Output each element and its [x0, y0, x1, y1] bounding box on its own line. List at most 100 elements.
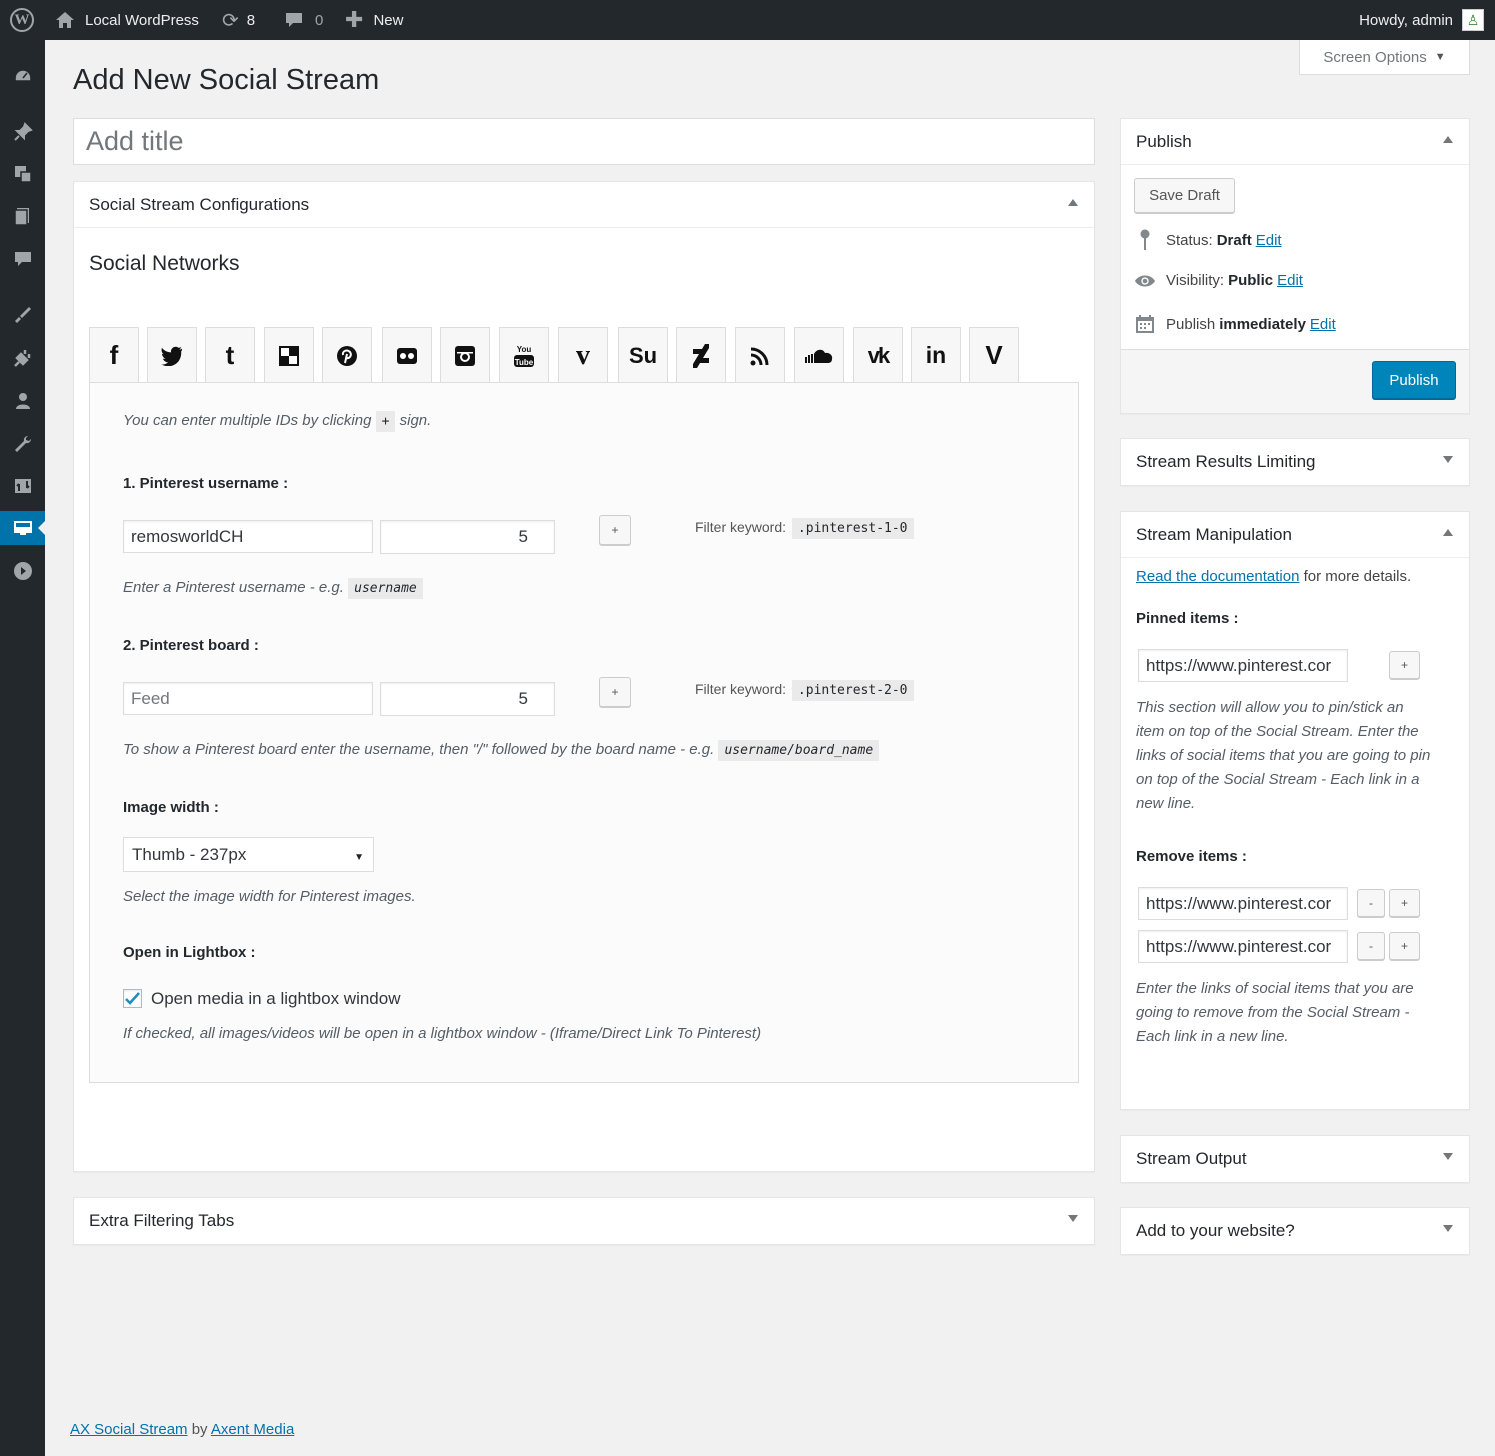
pinned-help-line: links of social items that you are going… [1136, 747, 1431, 764]
tab-linkedin[interactable]: in [911, 327, 961, 383]
new-content-menu[interactable]: ✚ New [345, 0, 403, 40]
field1-filter: Filter keyword: .pinterest-1-0 [695, 518, 914, 539]
pinterest-board-input[interactable]: Feed [123, 682, 373, 715]
tab-soundcloud[interactable] [794, 327, 844, 383]
expand-arrow-icon[interactable] [1068, 1215, 1078, 1222]
edit-status-link[interactable]: Edit [1256, 232, 1282, 249]
output-heading: Stream Output [1136, 1149, 1247, 1168]
tab-rss[interactable] [735, 327, 785, 383]
svg-text:Tube: Tube [515, 358, 534, 367]
tab-delicious[interactable] [264, 327, 314, 383]
pinterest-username-input[interactable]: remosworldCH [123, 520, 373, 553]
remove-help: Enter the links of social items that you… [1136, 977, 1414, 1049]
edit-schedule-link[interactable]: Edit [1310, 316, 1336, 333]
stumbleupon-icon: Su [628, 342, 658, 368]
website-header[interactable]: Add to your website? [1121, 1208, 1469, 1254]
updates-menu[interactable]: ⟳ 8 [222, 0, 255, 40]
publish-button[interactable]: Publish [1372, 361, 1456, 399]
field2-count-input[interactable]: 5 [380, 682, 555, 716]
tab-stumbleupon[interactable]: Su [618, 327, 668, 383]
tab-twitter[interactable] [147, 327, 197, 383]
tab-facebook[interactable]: f [89, 327, 139, 383]
tab-flickr[interactable] [382, 327, 432, 383]
site-name-menu[interactable]: Local WordPress [55, 0, 199, 40]
collapse-arrow-icon[interactable] [1068, 199, 1078, 206]
pinned-add-button[interactable]: + [1389, 651, 1420, 679]
expand-arrow-icon[interactable] [1443, 1153, 1453, 1160]
menu-tools[interactable] [0, 427, 45, 461]
remove-label: Remove items : [1136, 848, 1247, 865]
plugin-link[interactable]: AX Social Stream [70, 1421, 188, 1438]
remove-item-minus-button[interactable]: - [1357, 932, 1385, 960]
plus-icon: ✚ [345, 7, 364, 32]
vine-icon: V [985, 340, 1003, 370]
tab-vimeo[interactable]: v [558, 327, 608, 383]
output-header[interactable]: Stream Output [1121, 1136, 1469, 1182]
svg-text:You: You [517, 345, 532, 354]
screen-options-label: Screen Options [1323, 48, 1427, 66]
expand-arrow-icon[interactable] [1443, 1225, 1453, 1232]
extra-filtering-header[interactable]: Extra Filtering Tabs [74, 1198, 1094, 1244]
menu-comments[interactable] [0, 242, 45, 276]
menu-posts[interactable] [0, 115, 45, 149]
tab-vine[interactable]: V [969, 327, 1019, 383]
tab-vk[interactable]: vk [853, 327, 903, 383]
pinned-item-input[interactable]: https://www.pinterest.cor [1138, 649, 1348, 682]
field1-count-input[interactable]: 5 [380, 520, 555, 554]
wp-logo-menu[interactable]: W [10, 0, 34, 40]
config-heading: Social Stream Configurations [89, 194, 310, 214]
author-link[interactable]: Axent Media [211, 1421, 294, 1438]
menu-plugins[interactable] [0, 341, 45, 375]
home-icon [56, 12, 74, 28]
pinned-help-line: on top of the Social Stream - Each link … [1136, 771, 1420, 788]
twitter-icon [161, 346, 183, 366]
remove-item-add-button[interactable]: + [1389, 889, 1420, 917]
image-width-select[interactable]: Thumb - 237px ▼ [123, 837, 374, 872]
menu-settings[interactable] [0, 469, 45, 503]
tab-instagram[interactable] [440, 327, 490, 383]
menu-collapse[interactable] [0, 554, 45, 588]
tab-deviantart[interactable] [676, 327, 726, 383]
edit-visibility-link[interactable]: Edit [1277, 272, 1303, 289]
instagram-icon [455, 345, 475, 366]
publish-header[interactable]: Publish [1121, 119, 1469, 165]
menu-appearance[interactable] [0, 298, 45, 332]
comments-icon [14, 252, 31, 266]
menu-users[interactable] [0, 384, 45, 418]
manipulation-header[interactable]: Stream Manipulation [1121, 512, 1469, 558]
limiting-header[interactable]: Stream Results Limiting [1121, 439, 1469, 485]
field1-filter-keyword: .pinterest-1-0 [791, 518, 914, 539]
pinned-help-line: new line. [1136, 795, 1196, 812]
lightbox-checkbox-label[interactable]: Open media in a lightbox window [151, 989, 400, 1009]
remove-item-minus-button[interactable]: - [1357, 889, 1385, 917]
menu-media[interactable] [0, 157, 45, 191]
menu-social-stream[interactable] [0, 511, 45, 545]
tab-youtube[interactable]: You Tube [499, 327, 549, 383]
image-width-help: Select the image width for Pinterest ima… [123, 888, 416, 905]
tab-tumblr[interactable]: t [205, 327, 255, 383]
my-account-menu[interactable]: Howdy, admin ♙ [1359, 0, 1484, 40]
field2-label-text: 2. Pinterest board [123, 637, 250, 654]
comments-count: 0 [315, 11, 324, 29]
remove-item-input[interactable]: https://www.pinterest.cor [1138, 930, 1348, 963]
menu-pages[interactable] [0, 199, 45, 233]
post-title-input[interactable]: Add title [73, 118, 1095, 165]
tab-pinterest[interactable] [322, 327, 372, 383]
avatar: ♙ [1462, 9, 1484, 31]
field1-add-button[interactable]: + [599, 515, 631, 545]
remove-item-add-button[interactable]: + [1389, 932, 1420, 960]
remove-item-input[interactable]: https://www.pinterest.cor [1138, 887, 1348, 920]
lightbox-checkbox[interactable] [123, 989, 142, 1008]
config-postbox-header[interactable]: Social Stream Configurations [74, 182, 1094, 228]
field2-add-button[interactable]: + [599, 677, 631, 707]
remove-label-text: Remove items [1136, 848, 1238, 865]
pin-icon [1134, 229, 1156, 251]
menu-dashboard[interactable] [0, 59, 45, 93]
documentation-link[interactable]: Read the documentation [1136, 568, 1299, 585]
collapse-arrow-icon[interactable] [1443, 136, 1453, 143]
expand-arrow-icon[interactable] [1443, 456, 1453, 463]
screen-options-button[interactable]: Screen Options ▼ [1299, 40, 1470, 75]
save-draft-button[interactable]: Save Draft [1134, 178, 1235, 213]
comments-menu[interactable]: 0 [284, 0, 323, 40]
collapse-arrow-icon[interactable] [1443, 529, 1453, 536]
